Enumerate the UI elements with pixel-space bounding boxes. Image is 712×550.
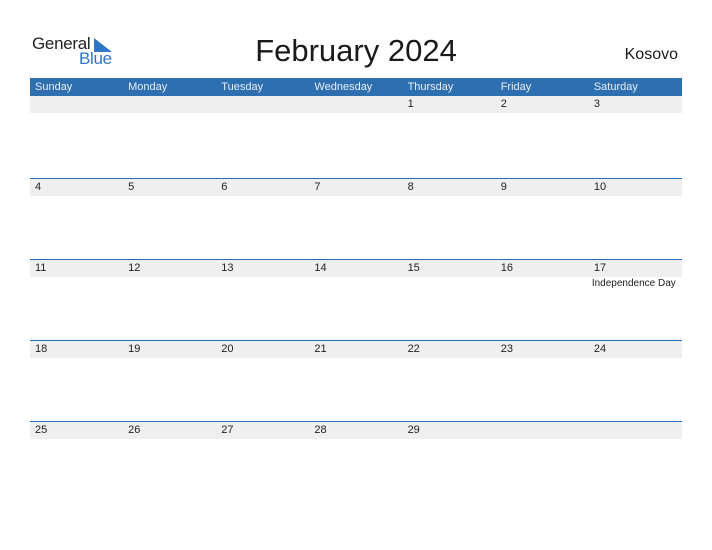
day-cell: 21 xyxy=(309,341,403,421)
day-number: 10 xyxy=(588,179,682,196)
week-row: 123 xyxy=(30,96,682,178)
day-number xyxy=(495,422,589,439)
day-cell: 16 xyxy=(495,260,589,340)
day-number: 19 xyxy=(123,341,217,358)
day-number xyxy=(123,96,217,113)
day-number: 15 xyxy=(402,260,496,277)
day-cell: 13 xyxy=(216,260,310,340)
day-number: 18 xyxy=(30,341,124,358)
day-number xyxy=(30,96,124,113)
weekday-tuesday: Tuesday xyxy=(221,81,264,93)
holiday-label: Independence Day xyxy=(591,278,676,289)
day-number xyxy=(216,96,310,113)
day-number: 11 xyxy=(30,260,124,277)
day-number: 27 xyxy=(216,422,310,439)
day-cell: 25 xyxy=(30,422,124,502)
day-number: 29 xyxy=(402,422,496,439)
day-cell: 3 xyxy=(588,96,682,178)
day-number: 9 xyxy=(495,179,589,196)
week-row: 25 26 27 28 29 xyxy=(30,421,682,502)
day-cell: 22 xyxy=(402,341,496,421)
day-number: 25 xyxy=(30,422,124,439)
day-cell: 19 xyxy=(123,341,217,421)
day-cell: 27 xyxy=(216,422,310,502)
day-number: 16 xyxy=(495,260,589,277)
week-row: 11 12 13 14 15 16 17 Independence Day xyxy=(30,259,682,340)
day-cell: 6 xyxy=(216,179,310,259)
day-number: 20 xyxy=(216,341,310,358)
weekday-thursday: Thursday xyxy=(407,81,454,93)
day-number: 4 xyxy=(30,179,124,196)
country-label: Kosovo xyxy=(624,46,678,63)
day-cell: 17 Independence Day xyxy=(588,260,682,340)
day-cell: 11 xyxy=(30,260,124,340)
day-number: 23 xyxy=(495,341,589,358)
day-number xyxy=(588,422,682,439)
day-cell: 15 xyxy=(402,260,496,340)
week-row: 18 19 20 21 22 23 24 xyxy=(30,340,682,421)
day-cell xyxy=(123,96,217,178)
day-cell: 2 xyxy=(495,96,589,178)
day-cell: 29 xyxy=(402,422,496,502)
day-number: 6 xyxy=(216,179,310,196)
day-cell: 24 xyxy=(588,341,682,421)
day-number: 21 xyxy=(309,341,403,358)
day-cell: 5 xyxy=(123,179,217,259)
day-cell: 28 xyxy=(309,422,403,502)
day-number: 17 xyxy=(588,260,682,277)
day-cell: 10 xyxy=(588,179,682,259)
weekday-friday: Friday xyxy=(500,81,532,93)
weekday-sunday: Sunday xyxy=(35,81,73,93)
day-number: 12 xyxy=(123,260,217,277)
day-number: 3 xyxy=(588,96,682,113)
day-cell xyxy=(30,96,124,178)
day-number: 1 xyxy=(402,96,496,113)
day-cell: 8 xyxy=(402,179,496,259)
weekday-header: Sunday Monday Tuesday Wednesday Thursday… xyxy=(30,78,682,96)
day-number: 28 xyxy=(309,422,403,439)
day-number: 22 xyxy=(402,341,496,358)
calendar-title: February 2024 xyxy=(255,33,457,68)
day-number: 2 xyxy=(495,96,589,113)
day-number xyxy=(309,96,403,113)
day-cell: 18 xyxy=(30,341,124,421)
day-number: 7 xyxy=(309,179,403,196)
day-cell: 12 xyxy=(123,260,217,340)
day-cell: 9 xyxy=(495,179,589,259)
day-number: 5 xyxy=(123,179,217,196)
day-number: 24 xyxy=(588,341,682,358)
weekday-saturday: Saturday xyxy=(593,81,638,93)
day-cell: 7 xyxy=(309,179,403,259)
day-cell xyxy=(495,422,589,502)
weekday-wednesday: Wednesday xyxy=(314,81,373,93)
day-cell: 1 xyxy=(402,96,496,178)
week-row: 4 5 6 7 8 9 10 xyxy=(30,178,682,259)
calendar-grid: Sunday Monday Tuesday Wednesday Thursday… xyxy=(30,78,682,502)
day-number: 8 xyxy=(402,179,496,196)
day-cell xyxy=(216,96,310,178)
day-cell: 26 xyxy=(123,422,217,502)
day-number: 13 xyxy=(216,260,310,277)
day-cell: 20 xyxy=(216,341,310,421)
day-number: 26 xyxy=(123,422,217,439)
weekday-monday: Monday xyxy=(128,81,168,93)
day-cell: 23 xyxy=(495,341,589,421)
day-number: 14 xyxy=(309,260,403,277)
day-cell: 14 xyxy=(309,260,403,340)
day-cell xyxy=(309,96,403,178)
day-cell: 4 xyxy=(30,179,124,259)
day-cell xyxy=(588,422,682,502)
